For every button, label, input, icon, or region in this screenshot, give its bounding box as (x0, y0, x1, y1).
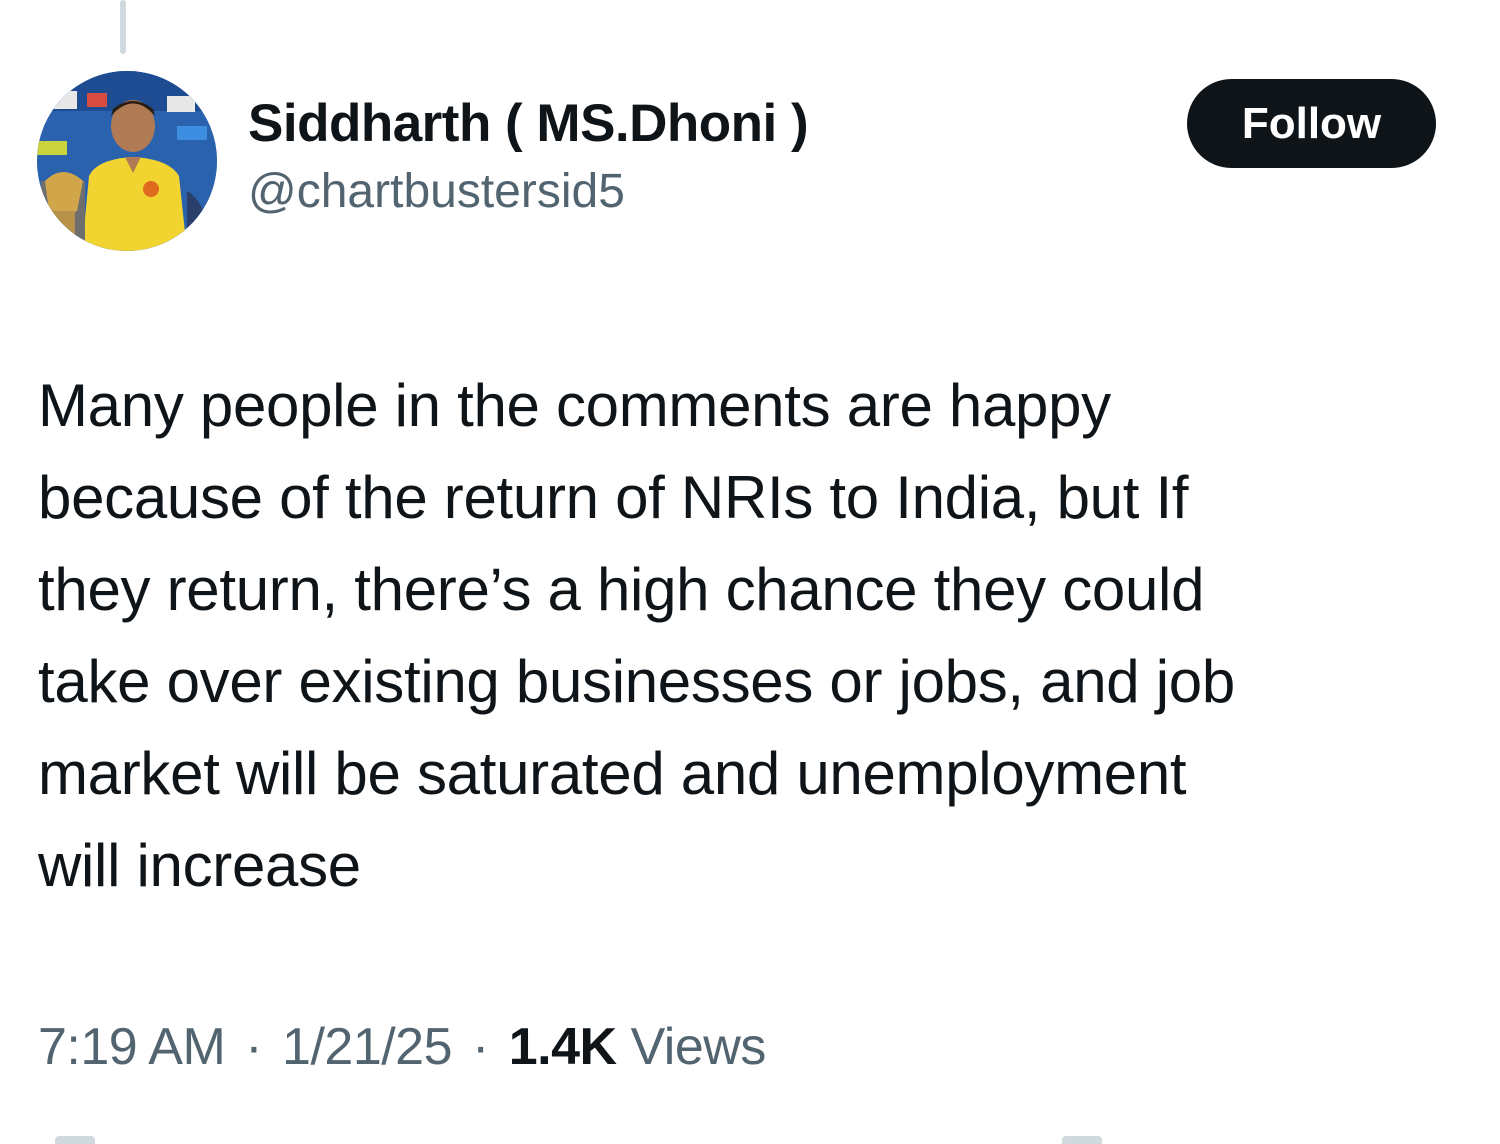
profile-photo-icon (37, 71, 217, 251)
tweet-text: Many people in the comments are happy be… (38, 372, 1235, 899)
tweet-date[interactable]: 1/21/25 (282, 1018, 453, 1076)
author-handle[interactable]: @chartbustersid5 (248, 160, 808, 224)
avatar[interactable] (37, 71, 217, 251)
tweet-time[interactable]: 7:19 AM (38, 1018, 226, 1076)
tweet-metadata: 7:19 AM · 1/21/25 · 1.4K Views (38, 1012, 766, 1082)
action-bar-edge (55, 1136, 95, 1144)
thread-connector-line (120, 0, 126, 54)
meta-separator: · (471, 1018, 489, 1076)
meta-separator: · (245, 1018, 263, 1076)
author-display-name[interactable]: Siddharth ( MS.Dhoni ) (248, 88, 809, 160)
action-bar-edge (1062, 1136, 1102, 1144)
follow-button[interactable]: Follow (1187, 79, 1436, 168)
views-count: 1.4K (508, 1018, 617, 1076)
author-block: Siddharth ( MS.Dhoni ) @chartbustersid5 (248, 88, 809, 224)
views-label: Views (630, 1018, 767, 1076)
